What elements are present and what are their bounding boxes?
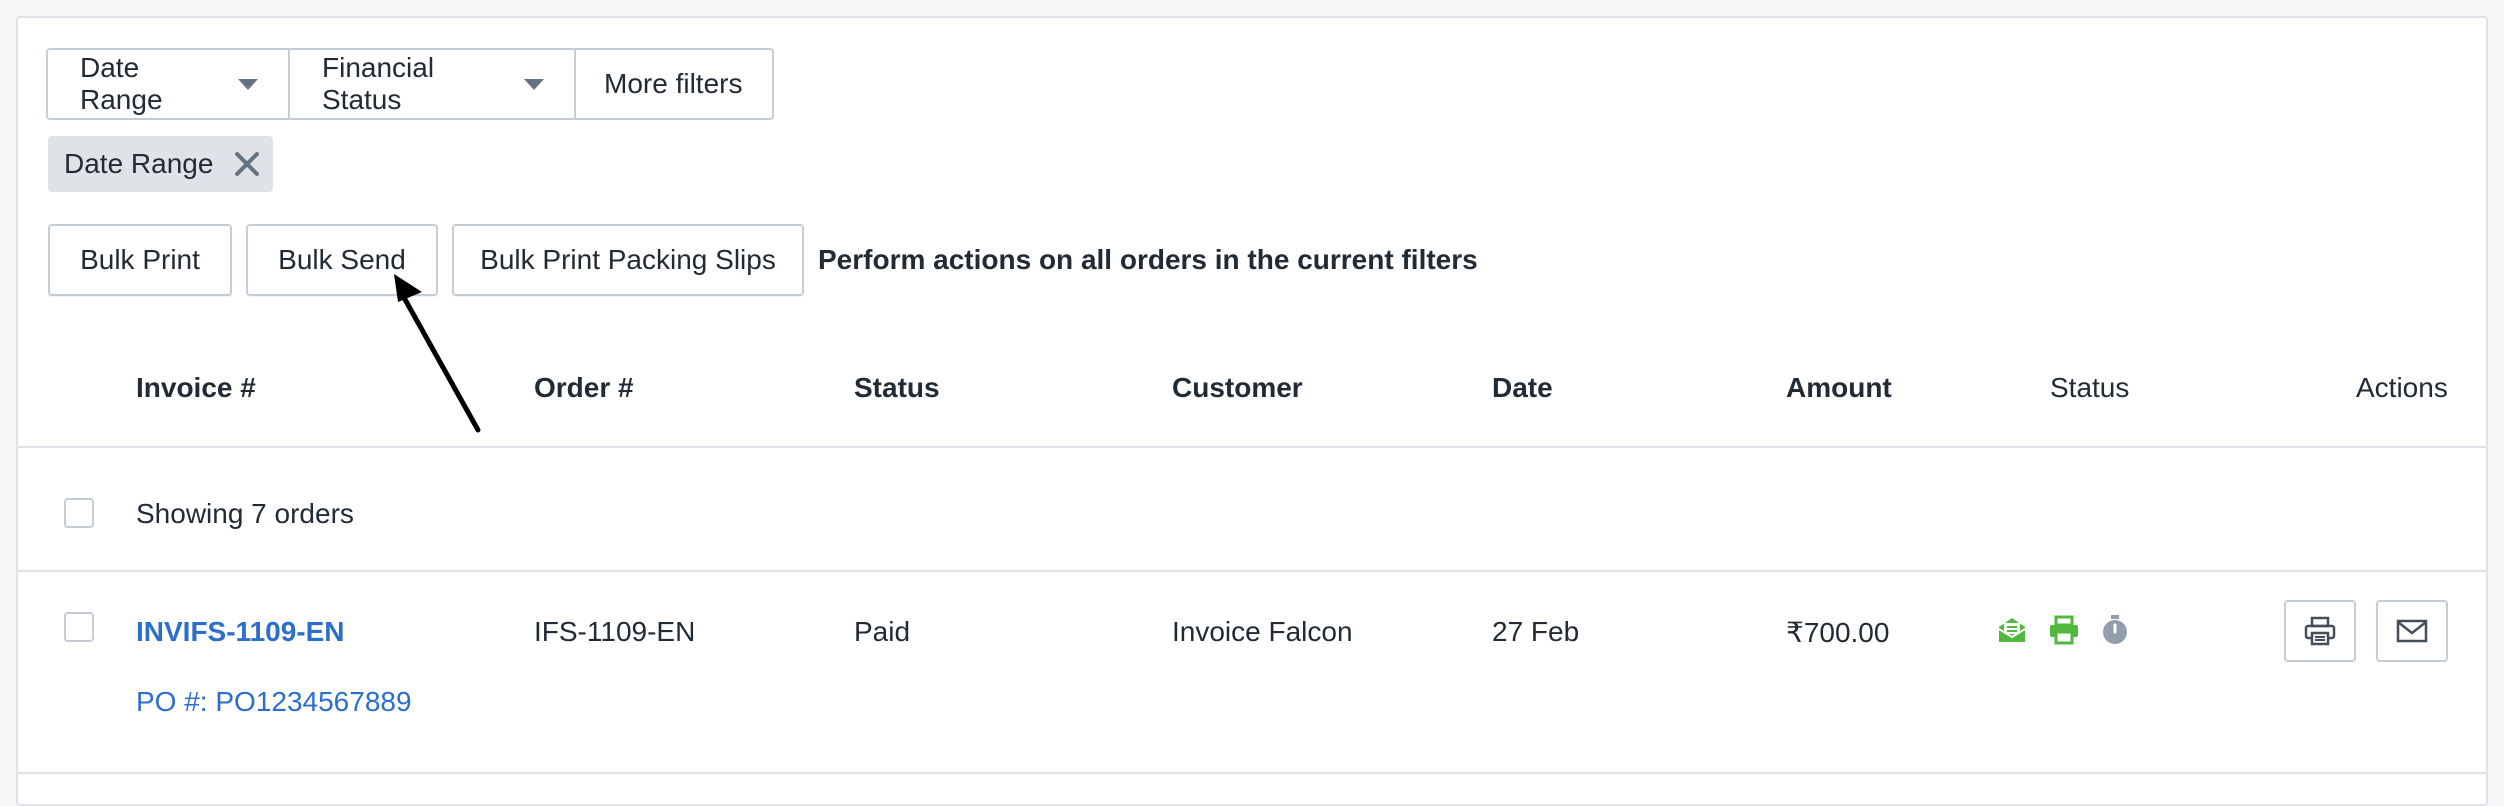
order-date: 27 Feb: [1492, 616, 1580, 647]
envelope-open-icon: [1998, 618, 2026, 642]
header-order[interactable]: Order #: [534, 372, 634, 404]
more-filters-button[interactable]: More filters: [574, 50, 772, 118]
annotation-arrow-icon: [394, 274, 481, 433]
bulk-print-packing-slips-button[interactable]: Bulk Print Packing Slips: [452, 224, 804, 296]
payment-status: Paid: [854, 616, 911, 647]
caret-down-icon: [238, 78, 258, 90]
applied-filter-tag-label: Date Range: [64, 148, 214, 179]
financial-status-filter-label: Financial Status: [322, 52, 435, 115]
printer-icon: [2304, 616, 2336, 646]
date-range-filter-label: Date Range: [80, 52, 163, 115]
divider: [16, 446, 2488, 448]
bulk-print-label: Bulk Print: [80, 244, 200, 275]
header-amount[interactable]: Amount: [1786, 372, 1892, 404]
bulk-actions-note: Perform actions on all orders in the cur…: [818, 244, 1478, 275]
more-filters-label: More filters: [604, 68, 743, 99]
date-range-filter[interactable]: Date Range: [48, 50, 288, 118]
header-customer[interactable]: Customer: [1172, 372, 1303, 404]
divider: [16, 570, 2488, 572]
printer-icon: [2050, 615, 2078, 645]
order-amount: ₹700.00: [1786, 617, 1890, 648]
caret-down-icon: [524, 78, 544, 90]
header-actions: Actions: [2356, 372, 2448, 403]
po-number-link[interactable]: PO #: PO1234567889: [136, 686, 412, 718]
close-icon[interactable]: [233, 150, 261, 178]
filter-bar: Date Range Financial Status More filters: [46, 48, 774, 120]
order-number: IFS-1109-EN: [534, 616, 696, 647]
showing-orders-count: Showing 7 orders: [136, 498, 354, 529]
divider: [16, 772, 2488, 774]
bulk-print-button[interactable]: Bulk Print: [48, 224, 232, 296]
bulk-print-packing-slips-label: Bulk Print Packing Slips: [480, 244, 776, 275]
delivery-status-icons: [1996, 614, 2130, 646]
financial-status-filter[interactable]: Financial Status: [288, 50, 574, 118]
select-all-checkbox[interactable]: [64, 498, 94, 528]
header-delivery-status: Status: [2050, 372, 2130, 403]
email-invoice-button[interactable]: [2376, 600, 2448, 662]
header-date[interactable]: Date: [1492, 372, 1553, 404]
header-invoice[interactable]: Invoice #: [136, 372, 256, 404]
stopwatch-icon: [2103, 615, 2127, 644]
envelope-icon: [2396, 619, 2428, 643]
row-checkbox[interactable]: [64, 612, 94, 642]
print-invoice-button[interactable]: [2284, 600, 2356, 662]
applied-filter-tag: Date Range: [48, 136, 274, 192]
customer-name: Invoice Falcon: [1172, 616, 1353, 647]
invoice-number-link[interactable]: INVIFS-1109-EN: [136, 616, 345, 648]
header-status[interactable]: Status: [854, 372, 940, 404]
